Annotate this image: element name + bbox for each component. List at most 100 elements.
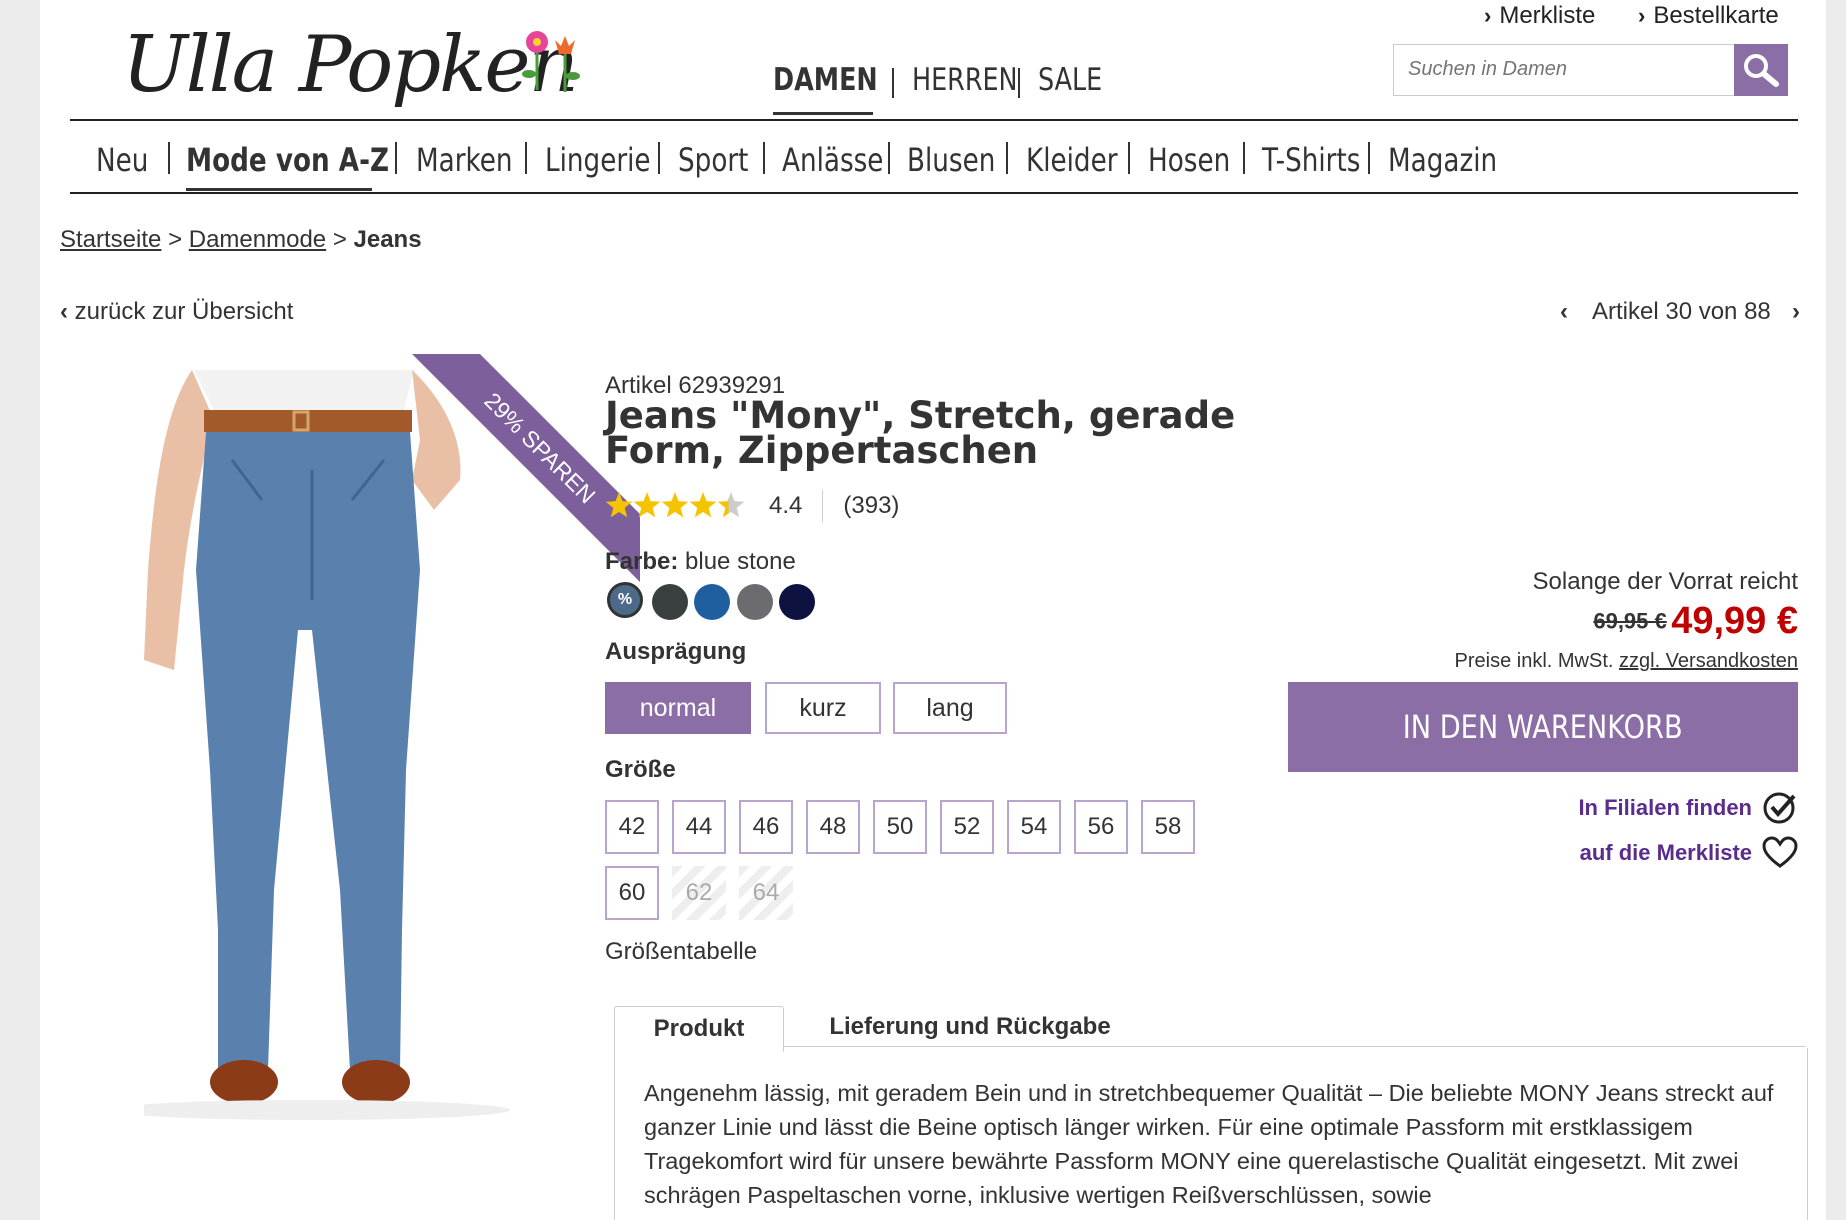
chevron-right-icon: › <box>1638 3 1646 28</box>
nav-item-kleider[interactable]: Kleider <box>1026 138 1118 182</box>
size-52[interactable]: 52 <box>940 800 994 854</box>
size-table-link[interactable]: Größentabelle <box>605 938 757 966</box>
nav-item-sport-label: Sport <box>678 141 749 179</box>
color-label: Farbe: <box>605 548 679 575</box>
nav-item-magazin-label: Magazin <box>1388 141 1498 179</box>
tab-lieferung[interactable]: Lieferung und Rückgabe <box>812 1006 1128 1048</box>
tab-produkt[interactable]: Produkt <box>614 1006 784 1052</box>
chevron-left-icon: ‹ <box>1560 298 1568 325</box>
size-54-label: 54 <box>1020 813 1048 840</box>
merkliste-link[interactable]: › Merkliste <box>1484 2 1595 30</box>
rating-value: 4.4 <box>769 492 803 519</box>
gender-tab-sale[interactable]: SALE <box>1038 62 1102 98</box>
swatch-blue[interactable] <box>694 584 730 620</box>
article-next-button[interactable]: › <box>1792 298 1800 326</box>
nav-separator <box>763 142 765 174</box>
heart-icon <box>1762 836 1798 868</box>
chevron-left-icon: ‹ <box>60 298 68 325</box>
nav-item-t-shirts[interactable]: T-Shirts <box>1262 138 1360 182</box>
breadcrumb-separator: > <box>168 226 183 253</box>
nav-item-anlaesse-label: Anlässe <box>782 141 884 179</box>
gender-tab-damen-label: DAMEN <box>773 62 878 98</box>
shipping-costs-link[interactable]: zzgl. Versandkosten <box>1619 650 1798 672</box>
page: Ulla Popken › Merkliste › Bestellkarte D… <box>40 0 1826 1220</box>
size-44[interactable]: 44 <box>672 800 726 854</box>
size-60[interactable]: 60 <box>605 866 659 920</box>
variant-kurz-label: kurz <box>799 693 847 722</box>
breadcrumb: Startseite > Damenmode > Jeans <box>60 226 422 254</box>
nav-item-mode-von-a-z[interactable]: Mode von A-Z <box>186 138 389 182</box>
product-description: Angenehm lässig, mit geradem Bein und in… <box>644 1080 1774 1208</box>
nav-item-blusen[interactable]: Blusen <box>907 138 995 182</box>
gender-tab-damen[interactable]: DAMEN <box>773 62 878 98</box>
review-count: (393) <box>843 492 900 519</box>
swatch-black[interactable] <box>652 584 688 620</box>
size-42-label: 42 <box>618 813 646 840</box>
add-to-wishlist-link[interactable]: auf die Merkliste <box>1580 836 1798 870</box>
nav-item-sport[interactable]: Sport <box>678 138 748 182</box>
size-60-label: 60 <box>618 879 646 906</box>
size-58[interactable]: 58 <box>1141 800 1195 854</box>
add-to-cart-button[interactable]: IN DEN WARENKORB <box>1288 682 1798 772</box>
search-button[interactable] <box>1734 44 1788 96</box>
tab-lieferung-label: Lieferung und Rückgabe <box>829 1013 1111 1040</box>
bestellkarte-link[interactable]: › Bestellkarte <box>1638 2 1779 30</box>
nav-item-neu[interactable]: Neu <box>96 138 148 182</box>
size-42[interactable]: 42 <box>605 800 659 854</box>
nav-item-hosen-label: Hosen <box>1148 141 1231 179</box>
logo[interactable]: Ulla Popken <box>122 10 592 120</box>
color-value: blue stone <box>685 548 796 575</box>
gender-active-underline <box>773 112 873 115</box>
tab-baseline <box>614 1046 1806 1047</box>
nav-item-kleider-label: Kleider <box>1026 141 1118 179</box>
size-46-label: 46 <box>752 813 780 840</box>
size-46[interactable]: 46 <box>739 800 793 854</box>
old-price: 69,95 € <box>1593 608 1667 634</box>
swatch-blue-stone[interactable]: % <box>607 582 643 618</box>
add-to-cart-label: IN DEN WARENKORB <box>1403 708 1683 746</box>
nav-item-anlaesse[interactable]: Anlässe <box>782 138 883 182</box>
nav-item-t-shirts-label: T-Shirts <box>1262 141 1361 179</box>
back-to-overview-label: zurück zur Übersicht <box>74 298 294 325</box>
size-62-unavailable: 62 <box>672 866 726 920</box>
size-56-label: 56 <box>1087 813 1115 840</box>
rating-star <box>633 492 661 518</box>
nav-separator <box>888 142 890 174</box>
size-50-label: 50 <box>886 813 914 840</box>
chevron-right-icon: › <box>1484 3 1492 28</box>
article-prev-button[interactable]: ‹ <box>1560 298 1568 326</box>
nav-separator <box>168 142 170 174</box>
nav-separator <box>1006 142 1008 174</box>
variant-kurz[interactable]: kurz <box>765 682 881 734</box>
logo-text: Ulla Popken <box>122 20 579 110</box>
add-to-wishlist-label: auf die Merkliste <box>1579 840 1752 865</box>
size-56[interactable]: 56 <box>1074 800 1128 854</box>
nav-item-marken[interactable]: Marken <box>416 138 513 182</box>
back-to-overview-link[interactable]: ‹ zurück zur Übersicht <box>60 298 293 326</box>
size-48[interactable]: 48 <box>806 800 860 854</box>
size-50[interactable]: 50 <box>873 800 927 854</box>
variant-normal[interactable]: normal <box>605 682 751 734</box>
size-54[interactable]: 54 <box>1007 800 1061 854</box>
nav-item-lingerie[interactable]: Lingerie <box>545 138 651 182</box>
variant-lang-label: lang <box>926 693 974 722</box>
rating-row[interactable]: 4.4 (393) <box>605 490 899 522</box>
rating-star <box>661 492 689 518</box>
color-row: Farbe: blue stone <box>605 548 796 576</box>
tax-note-row: Preise inkl. MwSt. zzgl. Versandkosten <box>1340 650 1799 673</box>
breadcrumb-damenmode[interactable]: Damenmode <box>189 226 326 253</box>
variant-lang[interactable]: lang <box>893 682 1007 734</box>
nav-separator <box>1368 142 1370 174</box>
nav-item-hosen[interactable]: Hosen <box>1148 138 1230 182</box>
nav-item-magazin[interactable]: Magazin <box>1388 138 1497 182</box>
gender-tab-herren[interactable]: HERREN <box>912 62 1018 98</box>
search-input[interactable] <box>1394 45 1742 93</box>
flower-icon <box>522 31 580 92</box>
size-52-label: 52 <box>953 813 981 840</box>
breadcrumb-startseite[interactable]: Startseite <box>60 226 161 253</box>
swatch-navy[interactable] <box>779 584 815 620</box>
find-in-store-link[interactable]: In Filialen finden <box>1578 790 1798 826</box>
availability-text: Solange der Vorrat reicht <box>1532 568 1799 595</box>
nav-item-neu-label: Neu <box>96 141 149 179</box>
swatch-grey[interactable] <box>737 584 773 620</box>
